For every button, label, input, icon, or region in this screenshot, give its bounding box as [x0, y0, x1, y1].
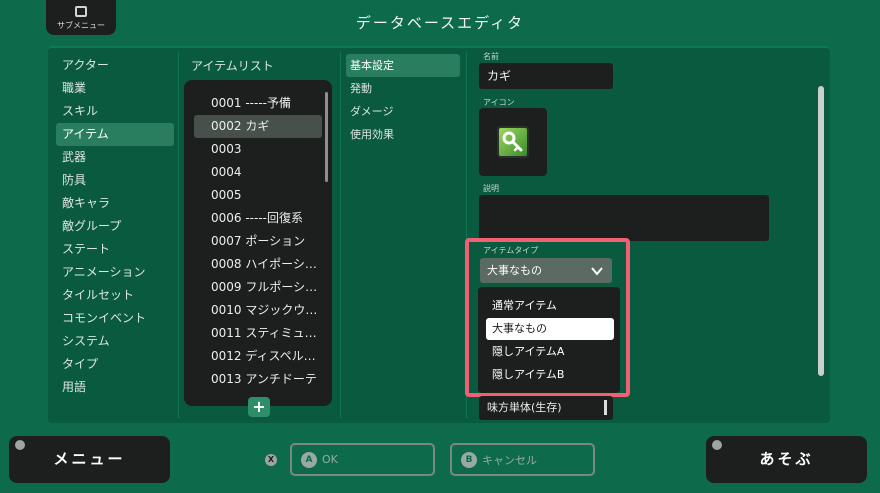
- plus-icon: [712, 440, 722, 450]
- item-list-title: アイテムリスト: [191, 59, 274, 73]
- column-divider: [340, 52, 341, 418]
- tab-basic-settings[interactable]: 基本設定: [346, 54, 460, 77]
- category-item-terms[interactable]: 用語: [56, 376, 174, 399]
- category-item-tileset[interactable]: タイルセット: [56, 284, 174, 307]
- play-button[interactable]: あそぶ: [706, 436, 867, 483]
- name-field[interactable]: カギ: [479, 63, 613, 89]
- scope-select[interactable]: 味方単体(生存): [479, 396, 613, 420]
- list-item[interactable]: 0001 -----予備: [194, 92, 322, 115]
- list-item[interactable]: 0012 ディスペル…: [194, 345, 322, 368]
- category-list: アクター 職業 スキル アイテム 武器 防具 敵キャラ 敵グループ ステート ア…: [56, 54, 174, 399]
- list-item[interactable]: 0010 マジックウ…: [194, 299, 322, 322]
- tab-effects[interactable]: 使用効果: [346, 123, 460, 146]
- category-item-actor[interactable]: アクター: [56, 54, 174, 77]
- list-item[interactable]: 0009 フルポーシ…: [194, 276, 322, 299]
- tab-damage[interactable]: ダメージ: [346, 100, 460, 123]
- menu-button[interactable]: メニュー: [9, 436, 170, 483]
- list-item[interactable]: 0011 スティミュ…: [194, 322, 322, 345]
- ok-button-label: OK: [322, 453, 338, 466]
- cancel-button-label: キャンセル: [482, 453, 537, 467]
- detail-scrollbar[interactable]: [818, 86, 824, 376]
- category-item-class[interactable]: 職業: [56, 77, 174, 100]
- category-item-animation[interactable]: アニメーション: [56, 261, 174, 284]
- list-item[interactable]: 0004: [194, 161, 322, 184]
- category-item-skill[interactable]: スキル: [56, 100, 174, 123]
- list-item[interactable]: 0003: [194, 138, 322, 161]
- item-list-scrollbar[interactable]: [325, 92, 328, 182]
- name-label: 名前: [483, 52, 499, 61]
- key-icon: [497, 126, 529, 158]
- text-cursor: [604, 400, 607, 415]
- description-label: 説明: [483, 184, 499, 193]
- dropdown-option[interactable]: 隠しアイテムA: [486, 341, 614, 363]
- column-divider: [178, 52, 179, 418]
- list-item[interactable]: 0002 カギ: [194, 115, 322, 138]
- item-list: 0001 -----予備 0002 カギ 0003 0004 0005 0006…: [184, 80, 332, 406]
- tab-invocation[interactable]: 発動: [346, 77, 460, 100]
- category-item-state[interactable]: ステート: [56, 238, 174, 261]
- dropdown-option[interactable]: 大事なもの: [486, 318, 614, 340]
- a-button-icon: A: [301, 451, 317, 468]
- list-item[interactable]: 0006 -----回復系: [194, 207, 322, 230]
- icon-label: アイコン: [483, 98, 515, 107]
- dropdown-option[interactable]: 隠しアイテムB: [486, 364, 614, 386]
- list-item[interactable]: 0005: [194, 184, 322, 207]
- category-item-type[interactable]: タイプ: [56, 353, 174, 376]
- category-item-enemy[interactable]: 敵キャラ: [56, 192, 174, 215]
- list-item[interactable]: 0013 アンチドーテ: [194, 368, 322, 391]
- category-item-system[interactable]: システム: [56, 330, 174, 353]
- minus-icon: [15, 440, 25, 450]
- category-item-armor[interactable]: 防具: [56, 169, 174, 192]
- list-item[interactable]: 0008 ハイポーシ…: [194, 253, 322, 276]
- category-item-item[interactable]: アイテム: [56, 123, 174, 146]
- cancel-button[interactable]: B キャンセル: [450, 443, 595, 476]
- category-item-weapon[interactable]: 武器: [56, 146, 174, 169]
- dropdown-option[interactable]: 通常アイテム: [486, 295, 614, 317]
- ok-button[interactable]: A OK: [290, 443, 435, 476]
- menu-button-label: メニュー: [53, 450, 126, 468]
- settings-tabs: 基本設定 発動 ダメージ 使用効果: [346, 54, 460, 146]
- play-button-label: あそぶ: [759, 450, 814, 468]
- x-button-icon: X: [265, 454, 277, 466]
- category-item-common-event[interactable]: コモンイベント: [56, 307, 174, 330]
- item-type-label: アイテムタイプ: [483, 246, 539, 255]
- category-item-troop[interactable]: 敵グループ: [56, 215, 174, 238]
- page-title: データベースエディタ: [355, 14, 525, 32]
- description-field[interactable]: [479, 195, 769, 241]
- b-button-icon: B: [461, 451, 477, 468]
- add-item-button[interactable]: +: [248, 397, 270, 417]
- list-item[interactable]: 0007 ポーション: [194, 230, 322, 253]
- chevron-down-icon: [590, 263, 604, 277]
